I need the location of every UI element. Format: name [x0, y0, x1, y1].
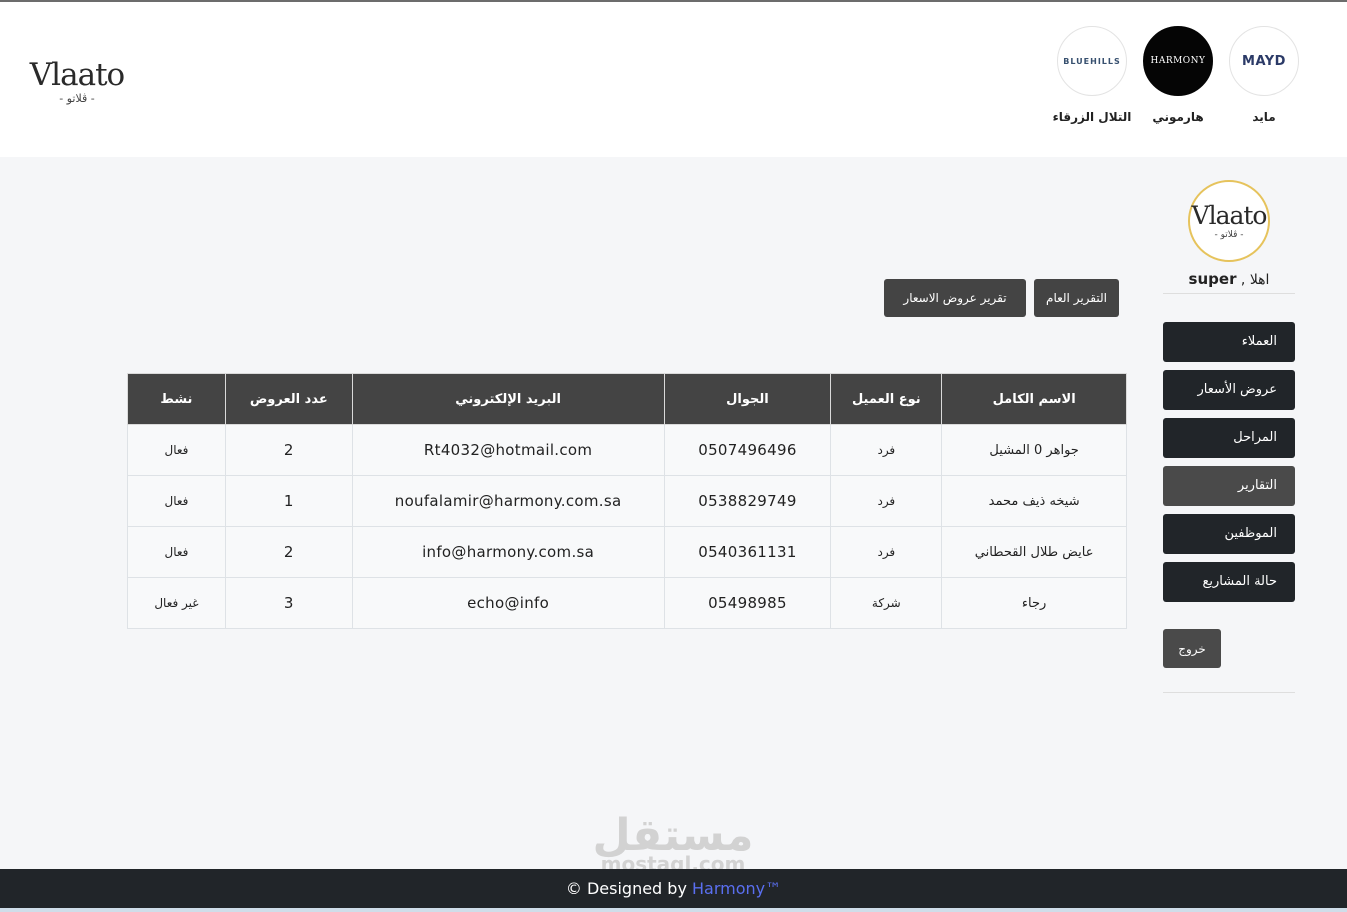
partner-name-bluehills: التلال الزرقاء	[1052, 110, 1132, 124]
sidebar-divider-top	[1163, 293, 1295, 294]
bottom-strip	[0, 908, 1347, 912]
column-header-active: نشط	[127, 373, 226, 425]
cell-phone: 0538829749	[663, 475, 832, 527]
partner-harmony[interactable]: HARMONY هارموني	[1135, 26, 1221, 124]
bluehills-logo-text: BLUEHILLS	[1063, 56, 1121, 66]
brand-logo[interactable]: Vlaato - ڤلاتو -	[22, 57, 132, 105]
brand-logo-sub: - ڤلاتو -	[59, 92, 95, 105]
sidebar-item-project-status[interactable]: حالة المشاريع	[1163, 562, 1295, 602]
sidebar-logo-sub: - ڤلاتو -	[1214, 230, 1244, 240]
logout-button[interactable]: خروج	[1163, 629, 1221, 668]
sidebar-item-clients[interactable]: العملاء	[1163, 322, 1295, 362]
sidebar-item-quotes[interactable]: عروض الأسعار	[1163, 370, 1295, 410]
sidebar-item-reports[interactable]: التقارير	[1163, 466, 1295, 506]
cell-name: رجاء	[941, 577, 1127, 629]
cell-status: فعال	[127, 475, 226, 527]
sidebar-item-employees[interactable]: الموظفين	[1163, 514, 1295, 554]
cell-client-type: فرد	[830, 475, 943, 527]
partner-name-harmony: هارموني	[1152, 110, 1204, 124]
quotes-report-button[interactable]: تقرير عروض الاسعار	[884, 279, 1026, 317]
sidebar-logo: Vlaato - ڤلاتو -	[1188, 180, 1270, 262]
table-row[interactable]: فعال 1 noufalamir@harmony.com.sa 0538829…	[127, 475, 1127, 527]
top-header: Vlaato - ڤلاتو - BLUEHILLS التلال الزرقا…	[0, 2, 1347, 157]
cell-name: عايض طلال القحطاني	[941, 526, 1127, 578]
greeting-prefix: اهلا ,	[1240, 272, 1270, 288]
watermark: مستقل mostaql.com	[588, 812, 758, 875]
cell-phone: 0540361131	[663, 526, 832, 578]
cell-client-type: شركة	[830, 577, 943, 629]
general-report-button[interactable]: التقرير العام	[1034, 279, 1119, 317]
partner-bluehills[interactable]: BLUEHILLS التلال الزرقاء	[1049, 26, 1135, 124]
cell-offers: 2	[224, 526, 353, 578]
cell-client-type: فرد	[830, 526, 943, 578]
partner-logo-mayd: MAYD	[1229, 26, 1299, 96]
brand-logo-main: Vlaato	[29, 57, 125, 93]
table-header-row: نشط عدد العروض البريد الإلكتروني الجوال …	[127, 373, 1127, 425]
column-header-client-type: نوع العميل	[830, 373, 943, 425]
cell-email: noufalamir@harmony.com.sa	[351, 475, 665, 527]
cell-name: جواهر 0 المشيل	[941, 424, 1127, 476]
partner-logo-harmony: HARMONY	[1143, 26, 1213, 96]
cell-offers: 1	[224, 475, 353, 527]
sidebar-divider-bottom	[1163, 692, 1295, 693]
cell-offers: 2	[224, 424, 353, 476]
cell-name: شيخه ذيف محمد	[941, 475, 1127, 527]
column-header-full-name: الاسم الكامل	[941, 373, 1127, 425]
cell-status: غير فعال	[127, 577, 226, 629]
partner-mayd[interactable]: MAYD مايد	[1221, 26, 1307, 124]
cell-email: info@harmony.com.sa	[351, 526, 665, 578]
cell-client-type: فرد	[830, 424, 943, 476]
table-row[interactable]: غير فعال 3 echo@info 05498985 شركة رجاء	[127, 577, 1127, 629]
partner-logo-bluehills: BLUEHILLS	[1057, 26, 1127, 96]
cell-status: فعال	[127, 526, 226, 578]
footer-text: © Designed by	[565, 879, 692, 898]
cell-phone: 05498985	[663, 577, 832, 629]
cell-email: echo@info	[351, 577, 665, 629]
column-header-email: البريد الإلكتروني	[351, 373, 665, 425]
username: super	[1188, 270, 1237, 288]
cell-offers: 3	[224, 577, 353, 629]
cell-phone: 0507496496	[663, 424, 832, 476]
clients-table: نشط عدد العروض البريد الإلكتروني الجوال …	[127, 373, 1127, 629]
cell-status: فعال	[127, 424, 226, 476]
sidebar-item-stages[interactable]: المراحل	[1163, 418, 1295, 458]
footer-link[interactable]: Harmony™	[692, 879, 781, 898]
sidebar-logo-main: Vlaato	[1191, 201, 1268, 230]
footer: © Designed by Harmony™	[0, 869, 1347, 908]
table-row[interactable]: فعال 2 Rt4032@hotmail.com 0507496496 فرد…	[127, 424, 1127, 476]
column-header-phone: الجوال	[663, 373, 832, 425]
table-row[interactable]: فعال 2 info@harmony.com.sa 0540361131 فر…	[127, 526, 1127, 578]
harmony-logo-text: HARMONY	[1150, 56, 1206, 66]
column-header-offers-count: عدد العروض	[224, 373, 353, 425]
mayd-logo-text: MAYD	[1242, 53, 1286, 69]
cell-email: Rt4032@hotmail.com	[351, 424, 665, 476]
partner-name-mayd: مايد	[1252, 110, 1276, 124]
user-greeting: اهلا , super	[1163, 270, 1295, 288]
